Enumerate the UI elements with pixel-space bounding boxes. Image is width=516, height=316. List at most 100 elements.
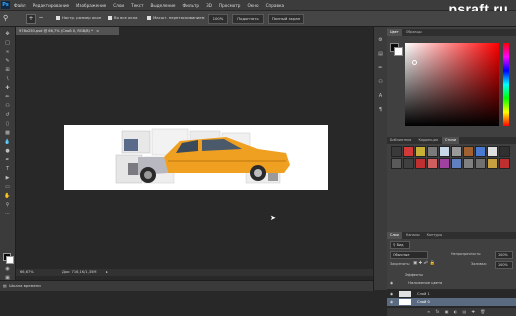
crop-tool-icon[interactable]: ⊞ <box>4 67 11 73</box>
layer-kind-filter[interactable]: ⚲ Вид <box>390 241 410 249</box>
menu-text[interactable]: Текст <box>131 3 143 8</box>
menu-select[interactable]: Выделение <box>151 3 176 8</box>
link-icon[interactable]: ∞ <box>427 309 430 314</box>
style-swatch[interactable] <box>487 158 498 169</box>
menu-layers[interactable]: Слои <box>113 3 124 8</box>
style-swatch[interactable] <box>451 158 462 169</box>
zoom-100-button[interactable]: 100% <box>208 14 228 24</box>
tab-color[interactable]: Цвет <box>387 29 402 36</box>
zoom-out-icon[interactable]: − <box>37 14 45 22</box>
type-tool-icon[interactable]: T <box>4 166 11 172</box>
shape-tool-icon[interactable]: ▭ <box>4 184 11 190</box>
move-tool-icon[interactable]: ✥ <box>4 31 11 37</box>
tab-libraries[interactable]: Библиотеки <box>387 137 414 144</box>
style-swatch[interactable] <box>391 158 402 169</box>
eye-icon[interactable]: ◉ <box>390 292 393 296</box>
quick-mask-icon[interactable]: ◉ <box>4 266 11 272</box>
timeline-bar[interactable]: ▤ Шкала времени <box>0 280 373 291</box>
healing-tool-icon[interactable]: ✚ <box>4 85 11 91</box>
tab-paths[interactable]: Контуры <box>424 232 446 239</box>
lasso-tool-icon[interactable]: ∞ <box>4 49 11 55</box>
mask-icon[interactable]: ▣ <box>445 309 449 314</box>
paragraph-panel-icon[interactable]: ¶ <box>377 107 384 113</box>
layer-row-0[interactable]: ◉ Слой 0 <box>387 298 516 306</box>
style-swatch[interactable] <box>475 158 486 169</box>
tab-swatches[interactable]: Образцы <box>403 29 425 36</box>
style-swatch[interactable] <box>463 158 474 169</box>
effects-row[interactable]: Эффекты <box>387 271 516 279</box>
clone-source-panel-icon[interactable]: ⚇ <box>377 79 384 85</box>
brush-panel-icon[interactable]: ✏ <box>377 65 384 71</box>
layer-row-1[interactable]: ◉ Слой 1 <box>387 289 516 298</box>
style-swatch[interactable] <box>403 146 414 157</box>
color-picker-field[interactable] <box>405 43 499 126</box>
layer-name[interactable]: Слой 0 <box>417 298 430 306</box>
trash-icon[interactable]: 🗑 <box>480 309 485 314</box>
style-swatch[interactable] <box>487 146 498 157</box>
brush-tool-icon[interactable]: ✏ <box>4 94 11 100</box>
style-swatch[interactable] <box>463 146 474 157</box>
more-tools-icon[interactable]: ⋯ <box>4 211 11 217</box>
history-brush-tool-icon[interactable]: ↺ <box>4 112 11 118</box>
style-swatch[interactable] <box>415 158 426 169</box>
eye-icon[interactable]: ◉ <box>390 281 393 285</box>
fit-screen-button[interactable]: Подогнать <box>232 14 264 24</box>
eraser-tool-icon[interactable]: ▯ <box>4 121 11 127</box>
style-swatch[interactable] <box>391 146 402 157</box>
menu-help[interactable]: Справка <box>266 3 284 8</box>
menu-image[interactable]: Изображение <box>76 3 106 8</box>
tab-layers[interactable]: Слои <box>387 232 402 239</box>
effect-item-row[interactable]: ◉ Наложение цвета <box>387 279 516 287</box>
style-swatch[interactable] <box>451 146 462 157</box>
style-swatch[interactable] <box>403 158 414 169</box>
quick-select-tool-icon[interactable]: ✎ <box>4 58 11 64</box>
path-select-tool-icon[interactable]: ▶ <box>4 175 11 181</box>
zoom-in-icon[interactable]: + <box>26 14 36 24</box>
fill-screen-button[interactable]: Полный экран <box>268 14 304 24</box>
gradient-tool-icon[interactable]: ▩ <box>4 130 11 136</box>
style-swatch[interactable] <box>499 158 510 169</box>
fill-input[interactable]: 100% <box>495 261 513 269</box>
lock-icons[interactable]: ▣ ✚ ☍ 🔒 <box>413 261 435 266</box>
tab-adjustments[interactable]: Коррекция <box>415 137 440 144</box>
menu-file[interactable]: Файл <box>14 3 26 8</box>
panel-background-swatch[interactable] <box>394 47 403 56</box>
blur-tool-icon[interactable]: 💧 <box>4 139 11 145</box>
status-arrow-icon[interactable]: ▸ <box>106 269 108 276</box>
style-swatch[interactable] <box>439 158 450 169</box>
folder-icon[interactable]: ▤ <box>463 309 467 314</box>
clone-tool-icon[interactable]: ⚇ <box>4 103 11 109</box>
pen-tool-icon[interactable]: ✒ <box>4 157 11 163</box>
resize-windows-checkbox[interactable] <box>56 16 60 20</box>
hand-tool-icon[interactable]: ✋ <box>4 193 11 199</box>
eye-icon[interactable]: ◉ <box>390 300 393 304</box>
dodge-tool-icon[interactable]: ● <box>4 148 11 154</box>
style-swatch[interactable] <box>427 158 438 169</box>
menu-3d[interactable]: 3D <box>206 3 212 8</box>
close-tab-icon[interactable]: × <box>96 29 99 33</box>
properties-panel-icon[interactable]: ▤ <box>377 51 384 57</box>
style-swatch[interactable] <box>415 146 426 157</box>
hue-slider[interactable] <box>503 43 509 126</box>
menu-view[interactable]: Просмотр <box>219 3 241 8</box>
opacity-input[interactable]: 100% <box>495 251 513 259</box>
character-panel-icon[interactable]: A <box>377 93 384 99</box>
background-color-swatch[interactable] <box>6 256 14 264</box>
adjustment-icon[interactable]: ◐ <box>454 309 458 314</box>
blend-mode-select[interactable]: Обычные <box>390 251 428 259</box>
zoom-tool-icon[interactable]: ⚲ <box>4 202 11 208</box>
style-swatch[interactable] <box>475 146 486 157</box>
menu-filter[interactable]: Фильтр <box>183 3 200 8</box>
document-tab[interactable]: 978x250.psd @ 66,7% (Слой 0, RGB/8) * × <box>16 27 119 35</box>
style-swatch[interactable] <box>499 146 510 157</box>
menu-edit[interactable]: Редактирование <box>33 3 70 8</box>
all-windows-checkbox[interactable] <box>108 16 112 20</box>
zoom-tool-icon[interactable]: ⚲ <box>3 14 8 22</box>
new-layer-icon[interactable]: ✚ <box>472 309 475 314</box>
scrubby-zoom-checkbox[interactable] <box>147 16 151 20</box>
marquee-tool-icon[interactable]: □ <box>4 40 11 46</box>
tab-channels[interactable]: Каналы <box>403 232 423 239</box>
history-panel-icon[interactable]: ⚙ <box>377 37 384 43</box>
fx-icon[interactable]: fx <box>436 309 440 314</box>
style-swatch[interactable] <box>439 146 450 157</box>
